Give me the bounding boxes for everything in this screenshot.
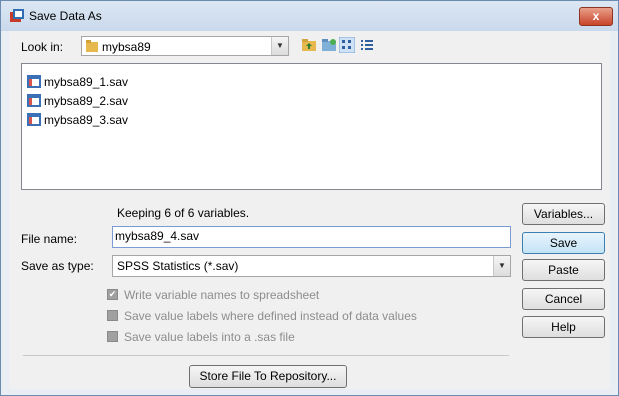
checkbox-icon[interactable] <box>107 331 118 342</box>
save-data-as-dialog: Save Data As x Look in: mybsa89 ▼ mybsa8… <box>0 0 619 396</box>
file-name: mybsa89_3.sav <box>44 113 129 127</box>
up-folder-icon[interactable] <box>301 37 317 53</box>
write-names-label: Write variable names to spreadsheet <box>124 288 320 302</box>
sav-file-icon <box>27 75 41 88</box>
help-button[interactable]: Help <box>522 316 605 338</box>
look-in-dropdown[interactable]: mybsa89 ▼ <box>81 36 289 56</box>
new-folder-icon[interactable] <box>321 37 337 53</box>
file-name-field[interactable] <box>112 226 511 248</box>
checkbox-checked-icon[interactable]: ✔ <box>107 289 118 300</box>
keeping-variables-text: Keeping 6 of 6 variables. <box>117 206 250 220</box>
store-file-to-repository-button[interactable]: Store File To Repository... <box>189 365 347 388</box>
divider <box>23 355 509 356</box>
file-name-input[interactable] <box>115 229 495 243</box>
sav-file-icon <box>27 94 41 107</box>
file-name: mybsa89_2.sav <box>44 94 129 108</box>
save-as-type-value: SPSS Statistics (*.sav) <box>117 259 239 273</box>
chevron-down-icon[interactable]: ▼ <box>493 256 510 276</box>
window-title: Save Data As <box>29 9 102 23</box>
sav-file-icon <box>27 113 41 126</box>
folder-icon <box>86 40 98 52</box>
checkbox-icon[interactable] <box>107 310 118 321</box>
chevron-down-icon[interactable]: ▼ <box>271 37 288 55</box>
look-in-label: Look in: <box>21 40 64 54</box>
file-name-label: File name: <box>21 232 78 246</box>
details-view-icon[interactable] <box>359 37 375 53</box>
save-button[interactable]: Save <box>522 232 605 254</box>
close-button[interactable]: x <box>579 7 613 26</box>
paste-button[interactable]: Paste <box>522 259 605 281</box>
file-list[interactable]: mybsa89_1.sav mybsa89_2.sav mybsa89_3.sa… <box>21 63 602 190</box>
spss-app-icon <box>10 9 24 22</box>
save-labels-label: Save value labels where defined instead … <box>124 309 417 323</box>
title-bar[interactable]: Save Data As x <box>1 1 618 31</box>
cancel-button[interactable]: Cancel <box>522 288 605 310</box>
look-in-value: mybsa89 <box>102 40 151 54</box>
save-as-type-label: Save as type: <box>21 259 94 273</box>
save-as-type-dropdown[interactable]: SPSS Statistics (*.sav) ▼ <box>112 255 511 277</box>
file-name: mybsa89_1.sav <box>44 75 129 89</box>
save-sas-label: Save value labels into a .sas file <box>124 330 295 344</box>
variables-button[interactable]: Variables... <box>522 203 605 225</box>
list-view-icon[interactable] <box>339 37 355 53</box>
